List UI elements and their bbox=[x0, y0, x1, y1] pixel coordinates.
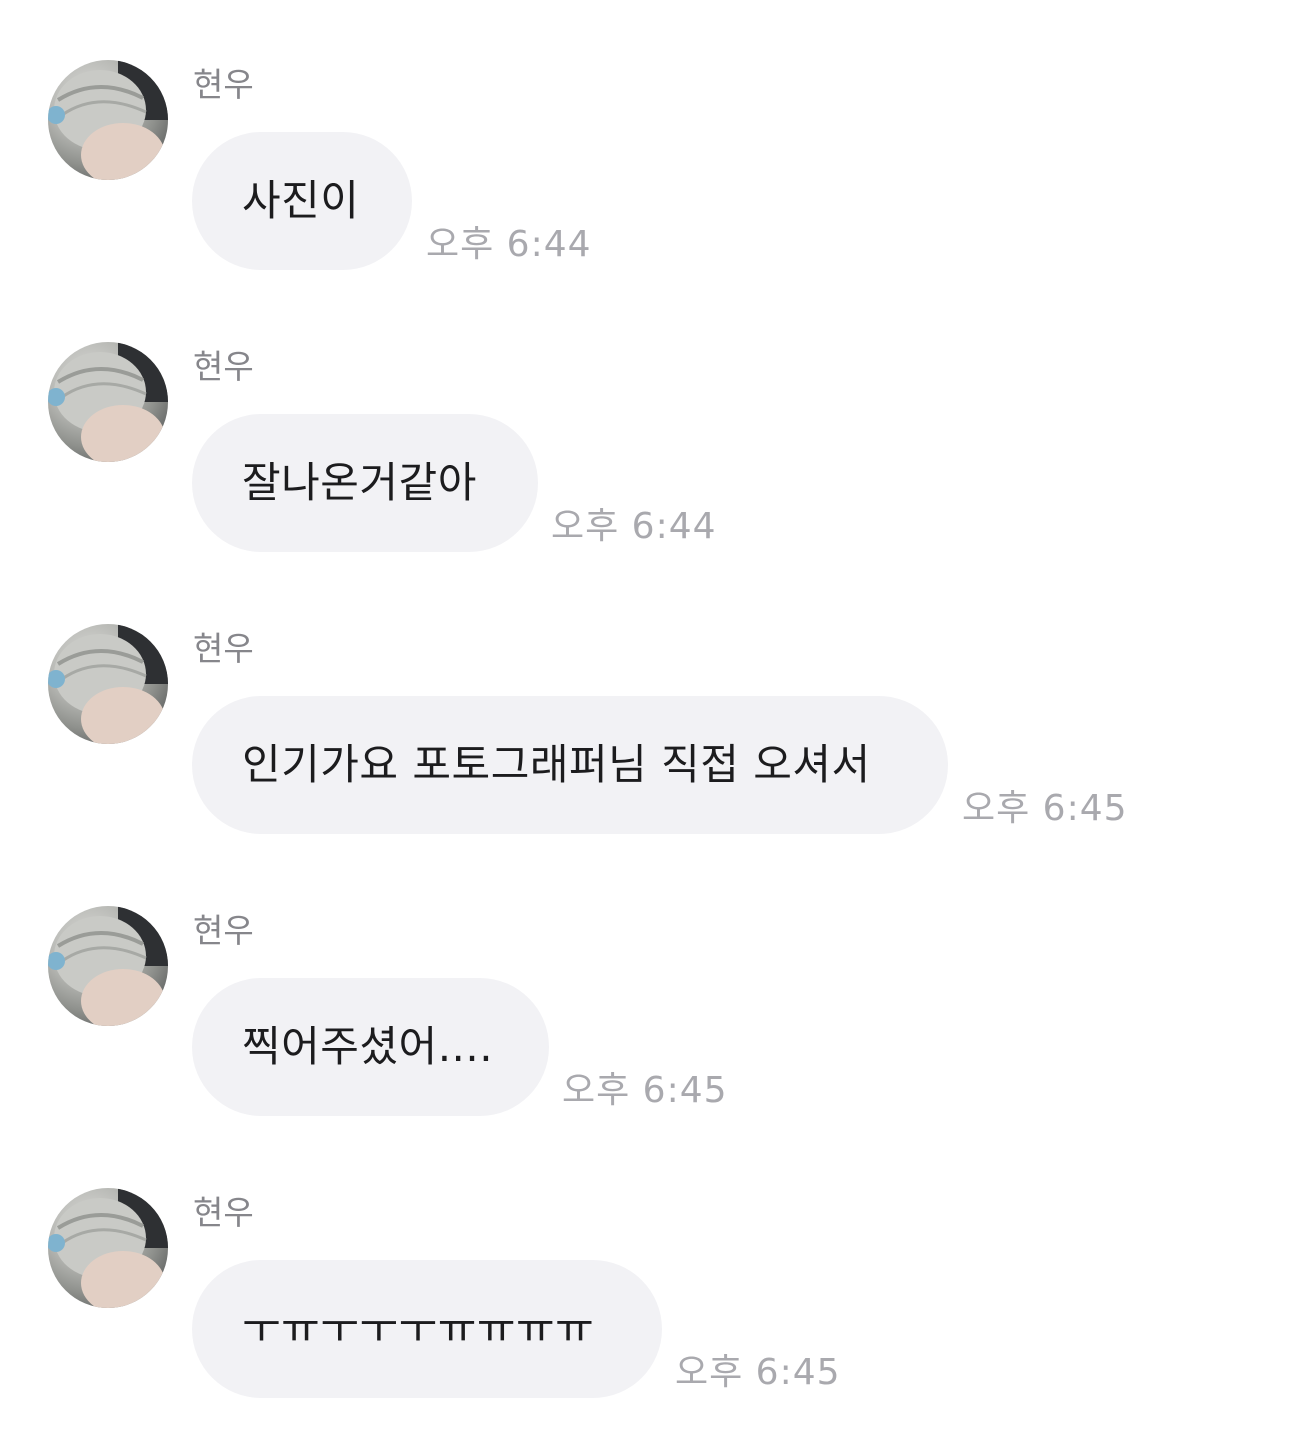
chat-transcript[interactable]: 현우 사진이 오후 6:44 현우 잘나온거같아 오후 6:44 현우 인기가요… bbox=[0, 0, 1290, 1450]
sender-name: 현우 bbox=[193, 65, 254, 104]
message-bubble[interactable]: ㅜㅠㅜㅜㅜㅠㅠㅠㅠ bbox=[192, 1260, 662, 1398]
message-row: 현우 찍어주셨어.... 오후 6:45 bbox=[0, 906, 1290, 1136]
message-row: 현우 잘나온거같아 오후 6:44 bbox=[0, 342, 1290, 572]
sender-name: 현우 bbox=[193, 911, 254, 950]
message-row: 현우 인기가요 포토그래퍼님 직접 오셔서 오후 6:45 bbox=[0, 624, 1290, 854]
message-bubble[interactable]: 찍어주셨어.... bbox=[192, 978, 549, 1116]
sender-avatar[interactable] bbox=[48, 624, 168, 744]
message-timestamp: 오후 6:45 bbox=[962, 788, 1128, 829]
sender-avatar[interactable] bbox=[48, 342, 168, 462]
message-text: 잘나온거같아 bbox=[242, 458, 477, 507]
message-bubble[interactable]: 인기가요 포토그래퍼님 직접 오셔서 bbox=[192, 696, 948, 834]
message-text: ㅜㅠㅜㅜㅜㅠㅠㅠㅠ bbox=[242, 1304, 595, 1353]
message-timestamp: 오후 6:45 bbox=[562, 1070, 728, 1111]
avatar-photo-icon bbox=[48, 906, 168, 1026]
sender-avatar[interactable] bbox=[48, 906, 168, 1026]
message-text: 사진이 bbox=[242, 176, 360, 225]
message-bubble[interactable]: 사진이 bbox=[192, 132, 412, 270]
message-row: 현우 사진이 오후 6:44 bbox=[0, 60, 1290, 290]
sender-name: 현우 bbox=[193, 347, 254, 386]
sender-name: 현우 bbox=[193, 1193, 254, 1232]
message-text: 찍어주셨어.... bbox=[242, 1022, 494, 1071]
avatar-photo-icon bbox=[48, 624, 168, 744]
avatar-photo-icon bbox=[48, 342, 168, 462]
sender-avatar[interactable] bbox=[48, 60, 168, 180]
sender-avatar[interactable] bbox=[48, 1188, 168, 1308]
sender-name: 현우 bbox=[193, 629, 254, 668]
message-row: 현우 ㅜㅠㅜㅜㅜㅠㅠㅠㅠ 오후 6:45 bbox=[0, 1188, 1290, 1418]
message-timestamp: 오후 6:44 bbox=[426, 224, 592, 265]
avatar-photo-icon bbox=[48, 60, 168, 180]
message-timestamp: 오후 6:45 bbox=[675, 1352, 841, 1393]
message-text: 인기가요 포토그래퍼님 직접 오셔서 bbox=[242, 740, 871, 789]
message-timestamp: 오후 6:44 bbox=[551, 506, 717, 547]
avatar-photo-icon bbox=[48, 1188, 168, 1308]
message-bubble[interactable]: 잘나온거같아 bbox=[192, 414, 538, 552]
